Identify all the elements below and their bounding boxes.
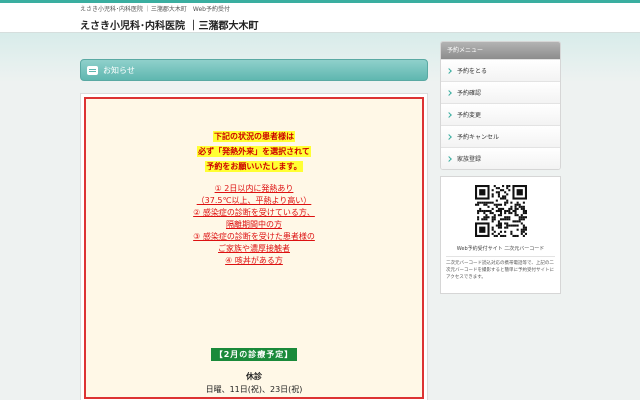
menu-item-label: 予約変更 xyxy=(457,112,482,119)
site-subtitle: えさき小児科･内科医院 ｜三潴郡大木町 Web予約受付 xyxy=(80,6,230,13)
menu-item-change[interactable]: 予約変更 xyxy=(441,103,560,125)
chevron-right-icon xyxy=(446,133,452,140)
chevron-right-icon xyxy=(446,155,452,162)
closed-title: 休診 xyxy=(246,372,262,381)
condition-line: ご家族や濃厚接触者 xyxy=(218,244,290,253)
condition-line: ② 感染症の診断を受けている方、 xyxy=(193,208,315,217)
main-content: お知らせ 下記の状況の患者様は 必ず「発熱外来」を選択されて 予約をお願いいたし… xyxy=(80,59,428,400)
closed-dates: 日曜、11日(祝)、23日(祝) xyxy=(205,385,303,394)
notice-card: 下記の状況の患者様は 必ず「発熱外来」を選択されて 予約をお願いいたします。 ①… xyxy=(80,93,428,400)
condition-line: （37.5℃以上、平熱より高い） xyxy=(196,196,312,205)
notice-body: 下記の状況の患者様は 必ず「発熱外来」を選択されて 予約をお願いいたします。 ①… xyxy=(84,97,424,399)
notice-heading: お知らせ xyxy=(103,65,135,75)
intro-line: 予約をお願いいたします。 xyxy=(205,161,303,172)
intro-block: 下記の状況の患者様は 必ず「発熱外来」を選択されて 予約をお願いいたします。 xyxy=(86,127,422,172)
chevron-right-icon xyxy=(446,89,452,96)
menu-item-confirm[interactable]: 予約確認 xyxy=(441,81,560,103)
reservation-menu: 予約メニュー 予約をとる 予約確認 予約変更 予約キャンセル 家族登録 xyxy=(440,41,561,170)
menu-item-family[interactable]: 家族登録 xyxy=(441,147,560,169)
menu-item-label: 予約をとる xyxy=(457,68,488,75)
condition-line: ③ 感染症の診断を受けた患者様の xyxy=(193,232,315,241)
qr-caption: Web予約受付サイト 二次元バーコード xyxy=(456,246,545,252)
speech-bubble-icon xyxy=(87,65,98,75)
menu-heading: 予約メニュー xyxy=(441,42,560,59)
divider xyxy=(446,256,555,257)
condition-line: 隔離期間中の方 xyxy=(226,220,282,229)
notice-header: お知らせ xyxy=(80,59,428,81)
qr-panel: Web予約受付サイト 二次元バーコード 二次元バーコード読込対応の携帯電話等で、… xyxy=(440,176,561,294)
condition-list: ① 2日以内に発熱あり （37.5℃以上、平熱より高い） ② 感染症の診断を受け… xyxy=(86,183,422,267)
intro-line: 必ず「発熱外来」を選択されて xyxy=(197,146,311,157)
chevron-right-icon xyxy=(446,111,452,118)
menu-item-label: 家族登録 xyxy=(457,156,482,163)
sidebar: 予約メニュー 予約をとる 予約確認 予約変更 予約キャンセル 家族登録 Web予… xyxy=(440,41,561,294)
menu-item-cancel[interactable]: 予約キャンセル xyxy=(441,125,560,147)
menu-item-book[interactable]: 予約をとる xyxy=(441,59,560,81)
qr-code-icon xyxy=(474,185,527,237)
site-header: えさき小児科･内科医院 ｜三潴郡大木町 Web予約受付 えさき小児科･内科医院 … xyxy=(0,3,640,33)
chevron-right-icon xyxy=(446,67,452,74)
site-title[interactable]: えさき小児科･内科医院 ｜三潴郡大木町 xyxy=(80,17,258,32)
condition-line: ④ 咳丼がある方 xyxy=(225,256,283,265)
menu-item-label: 予約確認 xyxy=(457,90,482,97)
schedule-label: 【2月の診療予定】 xyxy=(210,348,298,361)
qr-description: 二次元バーコード読込対応の携帯電話等で、上記の二次元バーコードを撮影すると簡単に… xyxy=(446,261,554,280)
intro-line: 下記の状況の患者様は xyxy=(213,131,295,142)
condition-line: ① 2日以内に発熱あり xyxy=(214,184,294,193)
menu-item-label: 予約キャンセル xyxy=(457,134,500,141)
schedule-heading: 【2月の診療予定】 xyxy=(86,342,422,361)
